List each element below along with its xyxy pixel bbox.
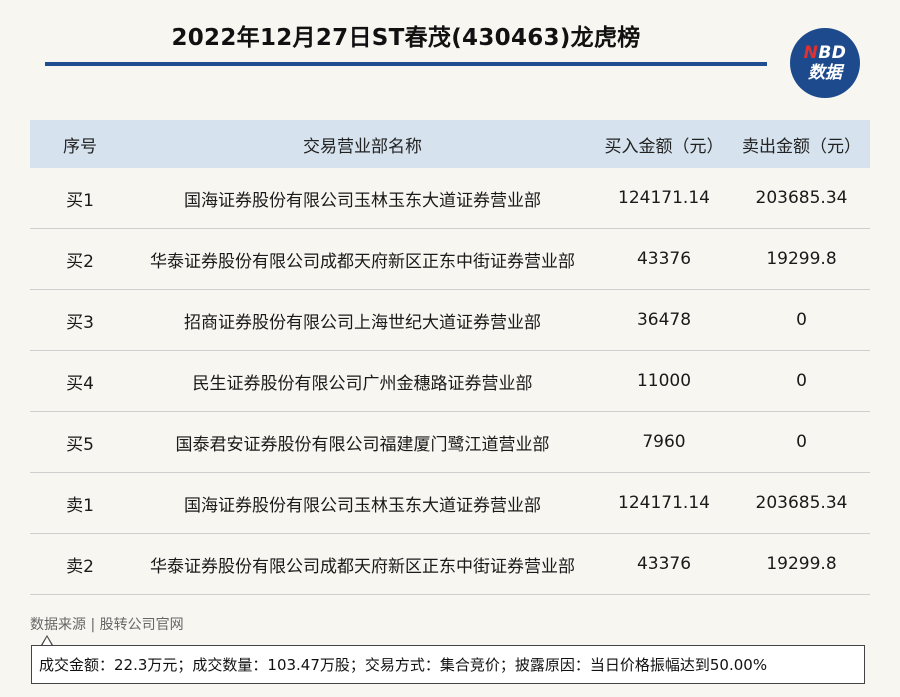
- table-row: 买5 国泰君安证券股份有限公司福建厦门鹭江道营业部 7960 0: [30, 411, 870, 473]
- header-sell-amount: 卖出金额（元）: [733, 120, 870, 168]
- title-underline: [45, 62, 767, 66]
- cell-broker-name: 招商证券股份有限公司上海世纪大道证券营业部: [130, 289, 595, 351]
- cell-sell-amount: 203685.34: [733, 168, 870, 229]
- table-header-row: 序号 交易营业部名称 买入金额（元） 卖出金额（元）: [30, 120, 870, 168]
- logo-text-nbd: NBD: [803, 42, 847, 63]
- cell-buy-amount: 11000: [595, 350, 733, 412]
- cell-sell-amount: 0: [733, 289, 870, 351]
- cell-sell-amount: 203685.34: [733, 472, 870, 534]
- nbd-logo: NBD 数据: [790, 28, 860, 98]
- cell-broker-name: 国海证券股份有限公司玉林玉东大道证券营业部: [130, 472, 595, 534]
- table-row: 买4 民生证券股份有限公司广州金穗路证券营业部 11000 0: [30, 350, 870, 412]
- cell-buy-amount: 7960: [595, 411, 733, 473]
- cell-sell-amount: 0: [733, 350, 870, 412]
- trade-summary-note: 成交金额：22.3万元；成交数量：103.47万股；交易方式：集合竞价；披露原因…: [31, 645, 865, 684]
- cell-seq: 买2: [30, 228, 130, 290]
- cell-broker-name: 国泰君安证券股份有限公司福建厦门鹭江道营业部: [130, 411, 595, 473]
- cell-sell-amount: 19299.8: [733, 533, 870, 595]
- cell-sell-amount: 19299.8: [733, 228, 870, 290]
- cell-broker-name: 华泰证券股份有限公司成都天府新区正东中街证券营业部: [130, 228, 595, 290]
- header-buy-amount: 买入金额（元）: [595, 120, 733, 168]
- cell-seq: 买5: [30, 411, 130, 473]
- header-seq: 序号: [30, 120, 130, 168]
- cell-buy-amount: 43376: [595, 533, 733, 595]
- dragon-tiger-table: 序号 交易营业部名称 买入金额（元） 卖出金额（元） 买1 国海证券股份有限公司…: [30, 120, 870, 595]
- cell-seq: 买4: [30, 350, 130, 412]
- cell-buy-amount: 124171.14: [595, 168, 733, 229]
- cell-buy-amount: 43376: [595, 228, 733, 290]
- cell-broker-name: 民生证券股份有限公司广州金穗路证券营业部: [130, 350, 595, 412]
- page-title: 2022年12月27日ST春茂(430463)龙虎榜: [171, 25, 641, 51]
- cell-seq: 买3: [30, 289, 130, 351]
- cell-broker-name: 华泰证券股份有限公司成都天府新区正东中街证券营业部: [130, 533, 595, 595]
- cell-buy-amount: 36478: [595, 289, 733, 351]
- cell-seq: 卖2: [30, 533, 130, 595]
- cell-broker-name: 国海证券股份有限公司玉林玉东大道证券营业部: [130, 168, 595, 229]
- logo-text-data: 数据: [808, 62, 842, 83]
- logo-letters-bd: BD: [818, 42, 847, 63]
- cell-sell-amount: 0: [733, 411, 870, 473]
- table-row: 卖1 国海证券股份有限公司玉林玉东大道证券营业部 124171.14 20368…: [30, 472, 870, 534]
- table-row: 买2 华泰证券股份有限公司成都天府新区正东中街证券营业部 43376 19299…: [30, 228, 870, 290]
- cell-seq: 买1: [30, 168, 130, 229]
- table-row: 卖2 华泰证券股份有限公司成都天府新区正东中街证券营业部 43376 19299…: [30, 533, 870, 595]
- table-row: 买1 国海证券股份有限公司玉林玉东大道证券营业部 124171.14 20368…: [30, 168, 870, 229]
- data-source-label: 数据来源 | 股转公司官网: [30, 617, 184, 633]
- logo-letter-n: N: [803, 42, 819, 63]
- header-broker-name: 交易营业部名称: [130, 120, 595, 168]
- cell-seq: 卖1: [30, 472, 130, 534]
- cell-buy-amount: 124171.14: [595, 472, 733, 534]
- table-row: 买3 招商证券股份有限公司上海世纪大道证券营业部 36478 0: [30, 289, 870, 351]
